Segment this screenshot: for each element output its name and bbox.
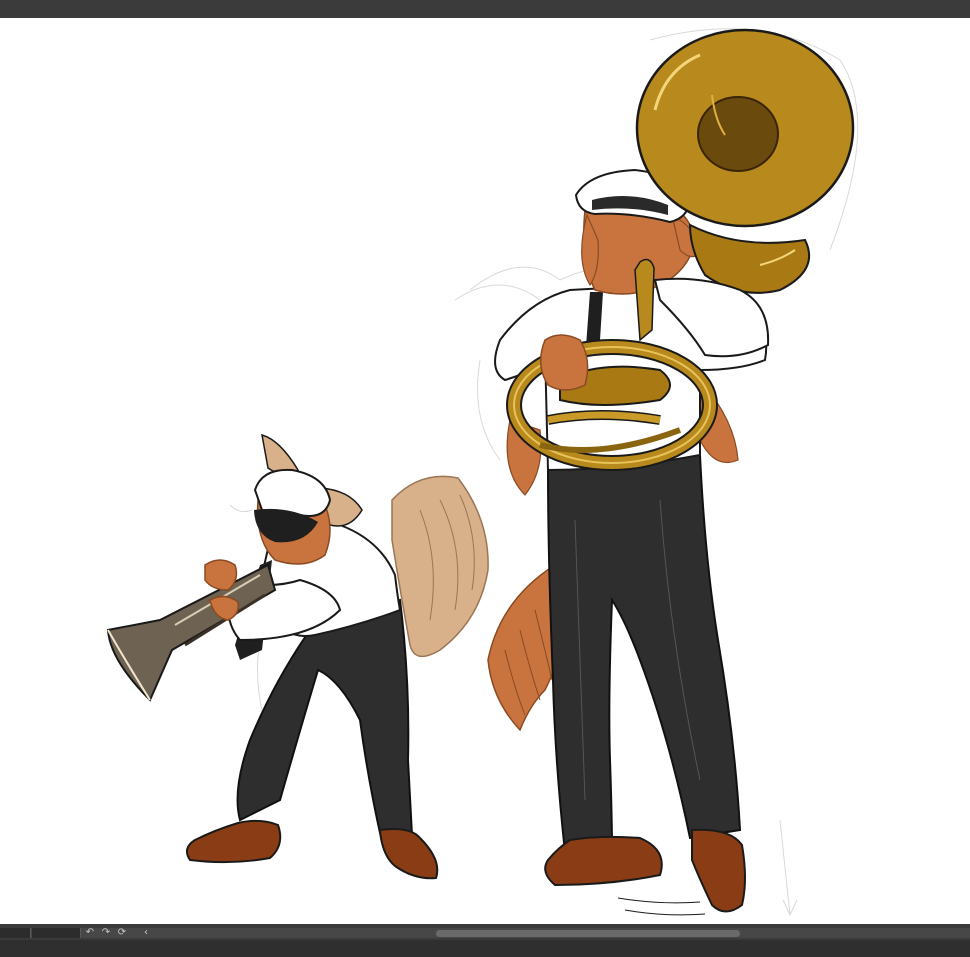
trumpet-player-tail [391,475,489,658]
top-toolbar [0,0,970,18]
rotate-reset-icon[interactable]: ⟳ [116,927,128,939]
redo-icon[interactable]: ↷ [100,927,112,939]
rotation-field[interactable] [32,928,81,938]
sousaphone-player [487,28,855,913]
motion-lines [617,897,706,916]
sousaphone-player-hand [539,334,589,391]
zoom-field[interactable] [0,928,31,938]
drawing-canvas[interactable] [0,18,970,924]
trumpet-player-shoe-right [378,828,439,880]
undo-icon[interactable]: ↶ [84,927,96,939]
sousaphone-player-pants [546,453,742,854]
statusbar-lower [0,940,970,957]
bottom-statusbar: ↶ ↷ ⟳ ‹ [0,924,970,957]
artwork-layer [106,28,859,917]
trumpet-player-hand [204,559,238,591]
trumpet-player-shoe-left [185,819,282,864]
horizontal-scrollbar[interactable] [436,930,740,937]
trumpet-player [106,433,489,880]
chevron-left-icon[interactable]: ‹ [140,927,152,939]
sousaphone-player-shoe-right [691,828,746,913]
sousaphone-player-shoe-left [544,835,663,887]
